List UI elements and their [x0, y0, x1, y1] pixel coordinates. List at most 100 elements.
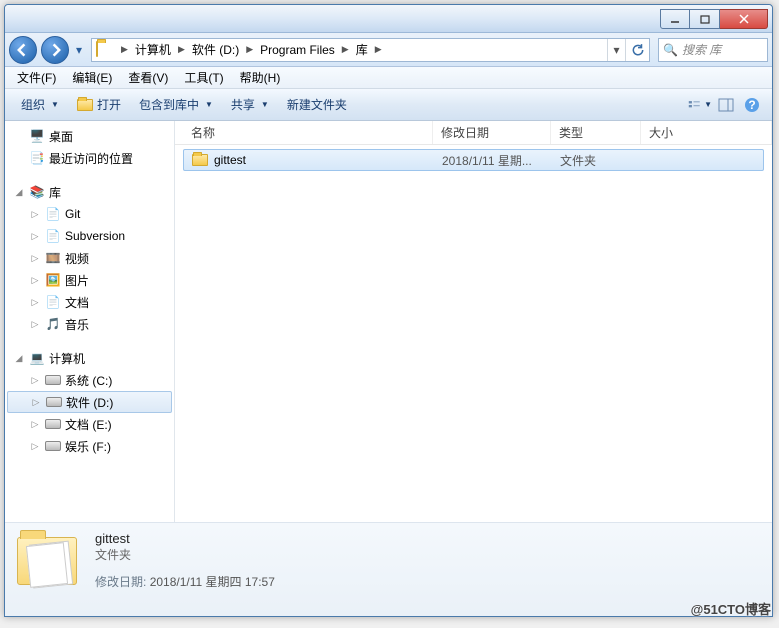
tree-label: 视频 — [65, 250, 89, 267]
view-options-button[interactable]: ▼ — [688, 94, 712, 116]
git-icon: 📄 — [45, 206, 61, 222]
details-name: gittest — [95, 531, 760, 546]
sidebar-item-git[interactable]: ▷ 📄 Git — [5, 203, 174, 225]
file-name: gittest — [214, 153, 246, 167]
sidebar-drive-c[interactable]: ▷ 系统 (C:) — [5, 369, 174, 391]
column-header-name[interactable]: 名称 — [183, 121, 433, 144]
breadcrumb-segment[interactable]: Program Files — [256, 39, 339, 61]
sidebar-item-documents[interactable]: ▷📄文档 — [5, 291, 174, 313]
expand-icon[interactable]: ▷ — [30, 397, 42, 408]
tree-label: 库 — [49, 184, 61, 201]
back-button[interactable] — [9, 36, 37, 64]
file-list[interactable]: gittest 2018/1/11 星期... 文件夹 — [175, 145, 772, 522]
expand-icon[interactable]: ▷ — [29, 253, 41, 264]
open-button[interactable]: 打开 — [69, 92, 129, 117]
expand-icon[interactable]: ◢ — [13, 187, 25, 198]
chevron-right-icon[interactable]: ▶ — [175, 44, 188, 55]
help-button[interactable]: ? — [740, 94, 764, 116]
expand-icon[interactable]: ▷ — [29, 231, 41, 242]
sidebar-item-pictures[interactable]: ▷ 🖼️图片 — [5, 269, 174, 291]
breadcrumb-segment[interactable]: 软件 (D:) — [188, 39, 243, 61]
tree-label: Subversion — [65, 229, 125, 243]
body-split: 🖥️桌面 📑最近访问的位置 ◢📚库 ▷📄Git ▷📄Subversion ▷🎞️… — [5, 121, 772, 522]
chevron-right-icon[interactable]: ▶ — [243, 44, 256, 55]
watermark: @51CTO博客 — [691, 599, 771, 618]
breadcrumb-segment[interactable]: 库 — [352, 39, 372, 61]
menu-view[interactable]: 查看(V) — [120, 67, 176, 88]
expand-icon[interactable]: ▷ — [29, 209, 41, 220]
include-library-button[interactable]: 包含到库中▼ — [131, 92, 221, 117]
details-pane: gittest 文件夹 修改日期: 2018/1/11 星期四 17:57 — [5, 522, 772, 616]
chevron-right-icon[interactable]: ▶ — [372, 44, 385, 55]
sidebar-drive-d[interactable]: ▷ 软件 (D:) — [7, 391, 172, 413]
sidebar-item-svn[interactable]: ▷📄Subversion — [5, 225, 174, 247]
sidebar-libraries[interactable]: ◢📚库 — [5, 181, 174, 203]
expand-icon[interactable]: ▷ — [29, 297, 41, 308]
details-date-value: 2018/1/11 星期四 17:57 — [150, 575, 275, 589]
video-icon: 🎞️ — [45, 250, 61, 266]
breadcrumb-segment[interactable]: 计算机 — [131, 39, 175, 61]
folder-icon — [192, 152, 208, 168]
tree-label: 图片 — [65, 272, 89, 289]
preview-pane-button[interactable] — [714, 94, 738, 116]
doc-icon: 📄 — [45, 294, 61, 310]
navigation-pane: 🖥️桌面 📑最近访问的位置 ◢📚库 ▷📄Git ▷📄Subversion ▷🎞️… — [5, 121, 175, 522]
sidebar-drive-f[interactable]: ▷娱乐 (F:) — [5, 435, 174, 457]
folder-icon — [96, 42, 114, 58]
expand-icon[interactable]: ▷ — [29, 375, 41, 386]
column-header-date[interactable]: 修改日期 — [433, 121, 551, 144]
desktop-icon: 🖥️ — [29, 128, 45, 144]
address-dropdown[interactable]: ▾ — [607, 39, 625, 61]
drive-icon — [45, 416, 61, 432]
history-dropdown[interactable]: ▾ — [73, 40, 85, 60]
tree-label: 软件 (D:) — [66, 394, 113, 411]
tree-label: Git — [65, 207, 80, 221]
expand-icon[interactable]: ▷ — [29, 441, 41, 452]
new-folder-button[interactable]: 新建文件夹 — [279, 92, 355, 117]
maximize-button[interactable] — [690, 9, 720, 29]
sidebar-item-desktop[interactable]: 🖥️桌面 — [5, 125, 174, 147]
search-input[interactable]: 🔍 搜索 库 — [658, 38, 768, 62]
window-controls — [660, 9, 768, 29]
menu-edit[interactable]: 编辑(E) — [64, 67, 120, 88]
titlebar — [5, 5, 772, 33]
picture-icon: 🖼️ — [45, 272, 61, 288]
refresh-button[interactable] — [625, 39, 649, 61]
details-type: 文件夹 — [95, 546, 760, 563]
minimize-button[interactable] — [660, 9, 690, 29]
menu-help[interactable]: 帮助(H) — [232, 67, 289, 88]
column-header-type[interactable]: 类型 — [551, 121, 641, 144]
address-bar[interactable]: ▶ 计算机 ▶ 软件 (D:) ▶ Program Files ▶ 库 ▶ ▾ — [91, 38, 650, 62]
tree-label: 桌面 — [49, 128, 73, 145]
close-button[interactable] — [720, 9, 768, 29]
menu-file[interactable]: 文件(F) — [9, 67, 64, 88]
menu-bar: 文件(F) 编辑(E) 查看(V) 工具(T) 帮助(H) — [5, 67, 772, 89]
recent-icon: 📑 — [29, 150, 45, 166]
drive-icon — [46, 394, 62, 410]
forward-button[interactable] — [41, 36, 69, 64]
organize-button[interactable]: 组织▼ — [13, 92, 67, 117]
sidebar-item-recent[interactable]: 📑最近访问的位置 — [5, 147, 174, 169]
share-button[interactable]: 共享▼ — [223, 92, 277, 117]
tree-label: 最近访问的位置 — [49, 150, 133, 167]
chevron-right-icon[interactable]: ▶ — [118, 44, 131, 55]
column-header-size[interactable]: 大小 — [641, 121, 772, 144]
search-placeholder: 搜索 库 — [682, 41, 721, 58]
column-headers: 名称 修改日期 类型 大小 — [175, 121, 772, 145]
sidebar-computer[interactable]: ◢💻计算机 — [5, 347, 174, 369]
expand-icon[interactable]: ◢ — [13, 353, 25, 364]
folder-open-icon — [77, 99, 93, 111]
menu-tools[interactable]: 工具(T) — [176, 67, 231, 88]
expand-icon[interactable]: ▷ — [29, 419, 41, 430]
sidebar-drive-e[interactable]: ▷文档 (E:) — [5, 413, 174, 435]
explorer-window: ▾ ▶ 计算机 ▶ 软件 (D:) ▶ Program Files ▶ 库 ▶ … — [4, 4, 773, 617]
expand-icon[interactable]: ▷ — [29, 319, 41, 330]
tree-label: 系统 (C:) — [65, 372, 112, 389]
music-icon: 🎵 — [45, 316, 61, 332]
chevron-right-icon[interactable]: ▶ — [339, 44, 352, 55]
file-list-pane: 名称 修改日期 类型 大小 gittest 2018/1/11 星期... 文件… — [175, 121, 772, 522]
expand-icon[interactable]: ▷ — [29, 275, 41, 286]
sidebar-item-music[interactable]: ▷🎵音乐 — [5, 313, 174, 335]
sidebar-item-videos[interactable]: ▷ 🎞️视频 — [5, 247, 174, 269]
file-row[interactable]: gittest 2018/1/11 星期... 文件夹 — [183, 149, 764, 171]
